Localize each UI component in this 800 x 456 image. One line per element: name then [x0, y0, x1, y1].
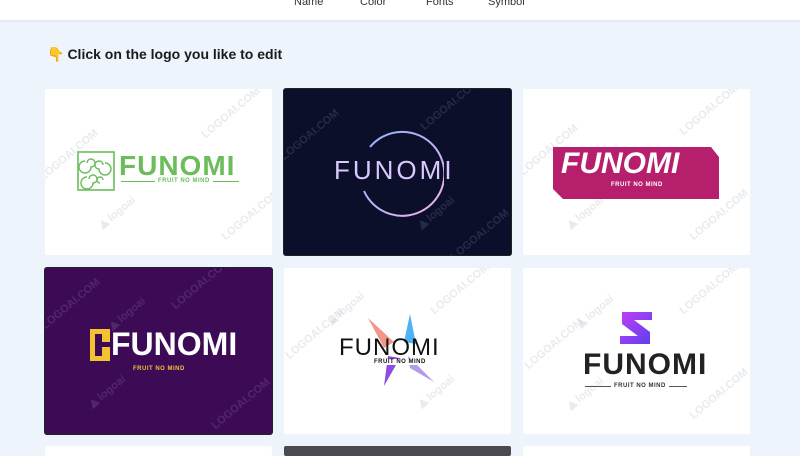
watermark-domain: LOGOAI.COM: [219, 187, 272, 243]
watermark-domain: LOGOAI.COM: [677, 89, 741, 138]
watermark-domain: LOGOAI.COM: [284, 306, 347, 362]
top-nav-bar: Name Color Fonts Symbol: [0, 0, 800, 20]
logoai-mark-icon: [564, 398, 579, 412]
logo-tagline: FRUIT NO MIND: [611, 383, 669, 389]
watermark-domain: LOGOAI.COM: [45, 276, 103, 332]
swirl-square-icon: [77, 151, 115, 191]
logo-tagline: FRUIT NO MIND: [155, 178, 213, 184]
watermark-domain: LOGOAI.COM: [284, 107, 342, 163]
logo-tagline: FRUIT NO MIND: [372, 359, 428, 365]
logo-name: FUNOMI: [339, 334, 440, 361]
logoai-mark-icon: [415, 217, 430, 231]
logo-card[interactable]: LOGOAI.COM LOGOAI.COM logoai logoai LOGO…: [45, 268, 272, 434]
f-block-icon: [90, 329, 110, 361]
s-arrow-icon: [620, 312, 652, 344]
logoai-mark-icon: [96, 217, 111, 231]
logo-name: FUNOMI: [334, 155, 455, 185]
tab-color[interactable]: Color: [360, 0, 386, 8]
logo-tagline: FRUIT NO MIND: [133, 366, 185, 372]
watermark-domain: LOGOAI.COM: [677, 268, 741, 317]
logo-card[interactable]: LOGOAI.COM LOGOAI.COM logoai LOGOAI.COM …: [523, 89, 750, 255]
logoai-mark-icon: [574, 316, 589, 330]
tab-fonts[interactable]: Fonts: [426, 0, 454, 8]
tab-symbol[interactable]: Symbol: [488, 0, 525, 8]
logo-name: FUNOMI: [583, 348, 708, 381]
logo-name: FUNOMI: [111, 326, 238, 362]
watermark-brand: logoai: [574, 293, 616, 331]
logoai-mark-icon: [86, 396, 101, 410]
pointing-down-icon: 👇: [47, 46, 65, 62]
tab-name[interactable]: Name: [294, 0, 323, 8]
logo-card[interactable]: LOGOAI.COM logoai LOGOAI.COM logoai LOGO…: [523, 268, 750, 434]
logoai-mark-icon: [415, 396, 430, 410]
watermark-domain: LOGOAI.COM: [209, 376, 272, 432]
logo-card[interactable]: [523, 446, 750, 456]
logo-card[interactable]: LOGOAI.COM LOGOAI.COM logoai LOGOAI.COM …: [45, 89, 272, 255]
page-heading-text: Click on the logo you like to edit: [67, 46, 283, 62]
watermark-domain: LOGOAI.COM: [428, 268, 492, 317]
logoai-mark-icon: [564, 217, 579, 231]
logo-card[interactable]: [45, 446, 272, 456]
watermark-domain: LOGOAI.COM: [523, 316, 586, 372]
logo-card[interactable]: LOGOAI.COM LOGOAI.COM logoai LOGOAI.COM …: [284, 89, 511, 255]
logo-card[interactable]: [284, 446, 511, 456]
logo-name: FUNOMI: [561, 147, 680, 180]
watermark-domain: LOGOAI.COM: [199, 89, 263, 141]
watermark-brand: logoai: [96, 194, 138, 232]
logo-tagline: FRUIT NO MIND: [611, 182, 663, 188]
logo-card[interactable]: LOGOAI.COM logoai LOGOAI.COM logoai FUNO…: [284, 268, 511, 434]
page-heading: 👇 Click on the logo you like to edit: [47, 46, 282, 63]
watermark-domain: LOGOAI.COM: [448, 207, 511, 255]
logoai-mark-icon: [325, 313, 340, 327]
watermark-brand: logoai: [86, 373, 128, 411]
watermark-domain: LOGOAI.COM: [169, 268, 233, 312]
